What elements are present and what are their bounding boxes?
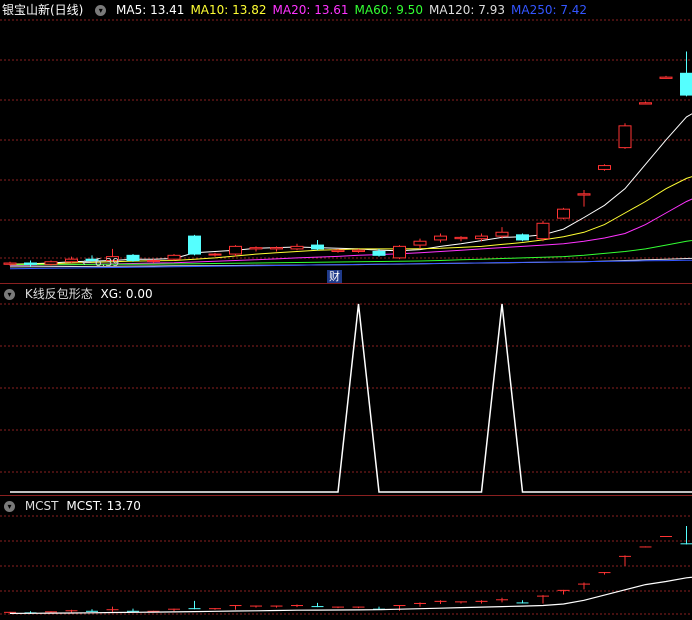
ma-legend-item: MA60: 9.50 <box>354 3 423 17</box>
mcst-legend: ▾ MCST MCST: 13.70 <box>0 496 147 516</box>
candle-body <box>331 249 345 252</box>
candle-body <box>413 240 427 246</box>
candle-body <box>126 254 140 261</box>
candle-body <box>618 125 632 149</box>
candle-body <box>577 193 591 196</box>
candle-body <box>352 249 365 252</box>
xg-signal-line <box>10 303 692 493</box>
candle-body <box>24 262 37 265</box>
candle-body <box>393 245 406 259</box>
pattern-panel[interactable]: ▾ K线反包形态 XG: 0.00 <box>0 284 692 495</box>
candle-body <box>598 165 611 170</box>
candle-body <box>495 231 509 237</box>
candle-body <box>208 253 222 256</box>
candle-body <box>659 76 673 79</box>
pattern-value: XG: 0.00 <box>100 287 153 301</box>
pattern-legend: ▾ K线反包形态 XG: 0.00 <box>0 284 159 304</box>
low-price-label: ← 6.39 <box>82 256 120 269</box>
candle-body <box>639 102 652 105</box>
price-legend: 银宝山新(日线) ▾ MA5: 13.41 MA10: 13.82 MA20: 13… <box>0 0 599 20</box>
collapse-main-button[interactable]: ▾ <box>95 5 107 16</box>
candle-body <box>44 261 58 265</box>
candle-body <box>372 250 386 256</box>
ma-legend-item: MA250: 7.42 <box>511 3 588 17</box>
ma-legend-item: MA20: 13.61 <box>272 3 349 17</box>
candle-body <box>557 208 570 219</box>
candle-body <box>249 247 263 250</box>
candle-body <box>270 247 283 250</box>
candle-body <box>167 254 181 260</box>
candle-body <box>147 259 160 262</box>
ma-legend-item: MA10: 13.82 <box>190 3 267 17</box>
stock-name: 银宝山新(日线) <box>2 3 84 17</box>
candle-body <box>3 262 17 265</box>
collapse-mcst-button[interactable]: ▾ <box>4 501 15 512</box>
stock-chart-window: 银宝山新(日线) ▾ MA5: 13.41 MA10: 13.82 MA20: 13… <box>0 0 692 620</box>
price-chart[interactable] <box>0 0 692 283</box>
event-marker-icon[interactable]: 财 <box>327 270 342 283</box>
candle-body <box>680 72 692 96</box>
collapse-pattern-button[interactable]: ▾ <box>4 289 15 300</box>
price-panel[interactable]: 银宝山新(日线) ▾ MA5: 13.41 MA10: 13.82 MA20: 13… <box>0 0 692 283</box>
pattern-title: K线反包形态 <box>24 287 93 301</box>
candle-body <box>434 235 447 241</box>
candle-body <box>536 222 550 240</box>
ma-legend-items: MA5: 13.41 MA10: 13.82 MA20: 13.61 MA60: 9.… <box>116 3 593 17</box>
mcst-value: MCST: 13.70 <box>66 499 141 513</box>
mcst-panel[interactable]: ▾ MCST MCST: 13.70 <box>0 496 692 620</box>
candle-body <box>454 236 468 240</box>
ma-legend-item: MA5: 13.41 <box>116 3 185 17</box>
candle-body <box>229 245 242 255</box>
candle-body <box>516 234 529 241</box>
candle-body <box>290 245 304 250</box>
candle-body <box>65 258 78 263</box>
pattern-chart[interactable] <box>0 284 692 495</box>
candle-body <box>188 235 201 255</box>
ma-legend-item: MA120: 7.93 <box>428 3 506 17</box>
candle-body <box>475 235 488 240</box>
mcst-title: MCST <box>24 499 59 513</box>
candle-body <box>311 244 324 250</box>
